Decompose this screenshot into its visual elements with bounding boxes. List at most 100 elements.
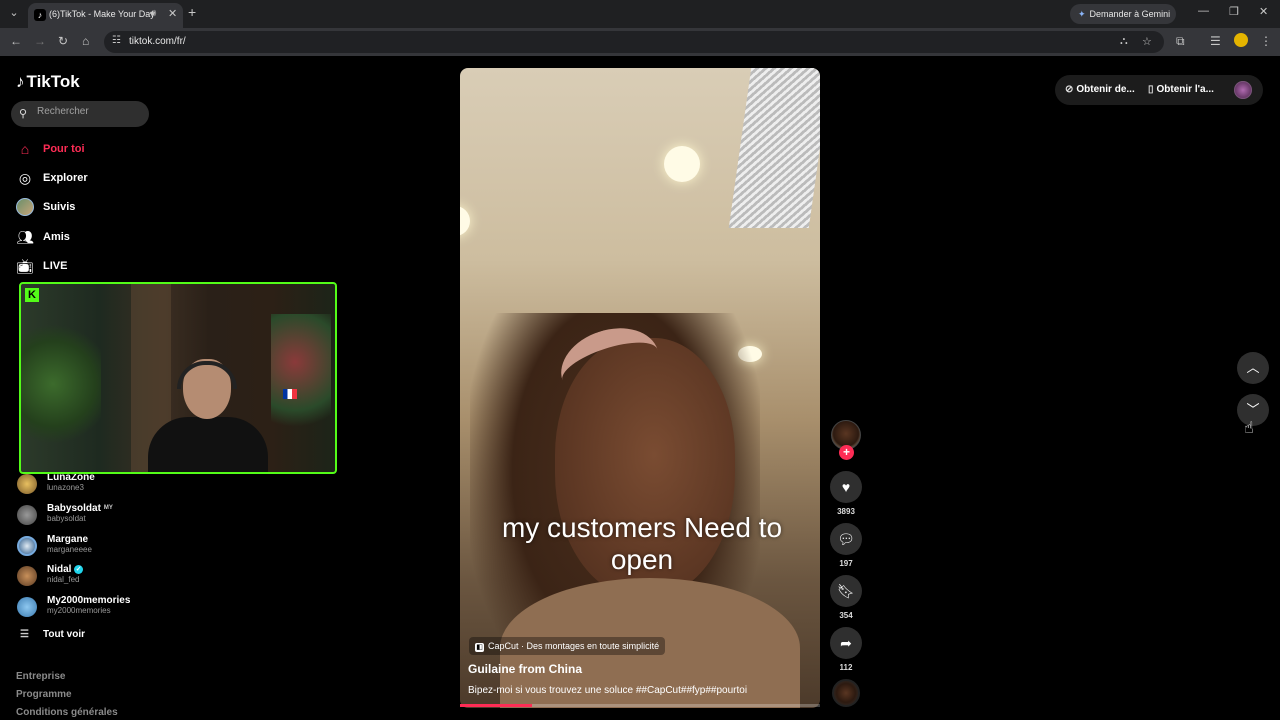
site-info-icon[interactable]: ☷ [112,35,121,46]
search-box[interactable]: ⚲ [11,101,149,127]
following-icon [16,198,34,216]
nav-label: Explorer [43,172,88,184]
avatar [17,597,37,617]
back-icon[interactable]: ← [10,34,22,48]
account-name: My2000memories [47,595,131,606]
capcut-label: CapCut · Des montages en toute simplicit… [488,641,660,651]
headset [177,361,237,389]
friends-icon: 👥︎ [16,228,34,245]
video-player[interactable] [460,68,820,708]
bookmark-icon: 🔖︎ [837,583,855,599]
video-author[interactable]: Guilaine from China [468,662,582,676]
get-app-button[interactable]: ▯ Obtenir l'a... [1148,84,1214,95]
streamer [133,359,273,472]
footer-link-program[interactable]: Programme [16,689,72,700]
extensions-icon[interactable]: ⧉ [1176,34,1185,49]
comment-button[interactable]: 💬︎ [830,523,862,555]
tiktok-favicon-icon: ♪ [34,9,46,21]
kick-logo-icon: K [25,288,39,302]
coin-icon: ⊘ [1065,84,1074,95]
browser-tab[interactable]: ♪ (6)TikTok - Make Your Day 🔊︎ ✕ [28,3,183,28]
search-icon: ⚲ [19,108,28,120]
see-all-button[interactable]: ☰ Tout voir [20,629,85,640]
mouse-cursor-icon: ☝︎ [1244,420,1254,437]
account-handle: my2000memories [47,606,111,615]
follow-plus-icon[interactable]: + [839,445,854,460]
footer-link-company[interactable]: Entreprise [16,671,65,682]
account-handle: lunazone3 [47,483,84,492]
compass-icon: ◎ [18,169,32,186]
video-description: Bipez-moi si vous trouvez une soluce ##C… [468,685,748,696]
menu-kebab-icon[interactable]: ⋮ [1260,34,1272,48]
video-progress-bar[interactable] [460,704,820,707]
close-window-icon[interactable]: ✕ [1259,5,1268,18]
home-icon: ⌂ [20,141,30,157]
webcam-overlay: K [19,282,337,474]
profile-avatar[interactable] [1234,33,1248,47]
comment-count: 197 [839,559,853,568]
account-name-row: Babysoldat MY [47,503,113,514]
search-input[interactable] [37,106,145,117]
ceiling-vent [728,68,820,228]
address-bar[interactable]: ☷ tiktok.com/fr/ ⛬ ☆ [104,31,1164,53]
footer-link-terms[interactable]: Conditions générales [16,707,118,718]
nav-label: Suivis [43,201,76,213]
speaker-icon[interactable]: 🔊︎ [150,8,156,19]
tiktok-note-icon: ♪ [16,72,25,91]
like-count: 3893 [837,507,855,516]
gemini-star-icon: ✦ [1078,9,1086,19]
user-avatar[interactable] [1234,81,1252,99]
gemini-button[interactable]: ✦ Demander à Gemini [1070,4,1176,24]
tab-title: (6)TikTok - Make Your Day [49,9,155,19]
tiktok-logo[interactable]: ♪ TikTok [16,72,80,92]
streamer-body [148,417,268,472]
share-arrow-icon: ➦ [840,635,852,651]
nav-for-you[interactable]: ⌂ Pour toi [16,138,85,160]
nav-live[interactable]: 📺︎ LIVE [16,255,67,277]
capcut-icon: ◧ [475,643,484,652]
account-name-row: Nidal ✓ [47,564,84,575]
avatar [17,536,37,556]
capcut-tag[interactable]: ◧ CapCut · Des montages en toute simplici… [469,637,666,655]
french-flag [283,389,297,399]
url-text: tiktok.com/fr/ [129,36,186,47]
avatar [17,566,37,586]
heart-icon: ♥ [841,479,851,495]
get-coins-button[interactable]: ⊘ Obtenir de... [1065,84,1135,95]
caption-line: open [610,544,674,575]
account-name: Margane [47,534,89,545]
browser-tab-bar: ⌄ ♪ (6)TikTok - Make Your Day 🔊︎ ✕ + ✦ De… [0,0,1280,28]
top-right-actions: ⊘ Obtenir de... ▯ Obtenir l'a... [1055,75,1263,105]
reload-icon[interactable]: ↻ [58,34,68,48]
bookmark-star-icon[interactable]: ☆ [1142,35,1152,48]
translate-icon[interactable]: ⛬ [1120,35,1128,48]
account-handle: babysoldat [47,514,86,523]
phone-icon: ▯ [1148,84,1154,95]
nav-explore[interactable]: ◎ Explorer [16,167,88,189]
forward-icon[interactable]: → [34,34,46,48]
see-all-label: Tout voir [42,629,85,640]
tab-search-icon[interactable]: ⌄ [6,5,22,21]
reading-list-icon[interactable]: ☰ [1210,34,1221,48]
avatar [17,505,37,525]
restore-icon[interactable]: ❐ [1229,5,1239,18]
share-button[interactable]: ➦ [830,627,862,659]
music-disc[interactable] [832,679,860,707]
close-tab-icon[interactable]: ✕ [168,7,177,20]
nav-label: LIVE [43,260,68,272]
nav-friends[interactable]: 👥︎ Amis [16,226,70,248]
get-app-label: Obtenir l'a... [1156,84,1214,95]
save-button[interactable]: 🔖︎ [830,575,862,607]
home-browser-icon[interactable]: ⌂ [82,34,89,48]
minimize-icon[interactable]: — [1198,5,1209,17]
get-coins-label: Obtenir de... [1076,84,1135,95]
nav-label: Amis [43,231,70,243]
new-tab-button[interactable]: + [188,4,196,20]
chevron-down-icon: ﹀ [1246,402,1260,417]
like-button[interactable]: ♥ [830,471,862,503]
previous-video-button[interactable]: ︿ [1237,352,1269,384]
ceiling-light [664,146,700,182]
account-tag: MY [103,505,113,512]
plant-decor [21,314,101,454]
nav-following[interactable]: Suivis [16,196,75,218]
